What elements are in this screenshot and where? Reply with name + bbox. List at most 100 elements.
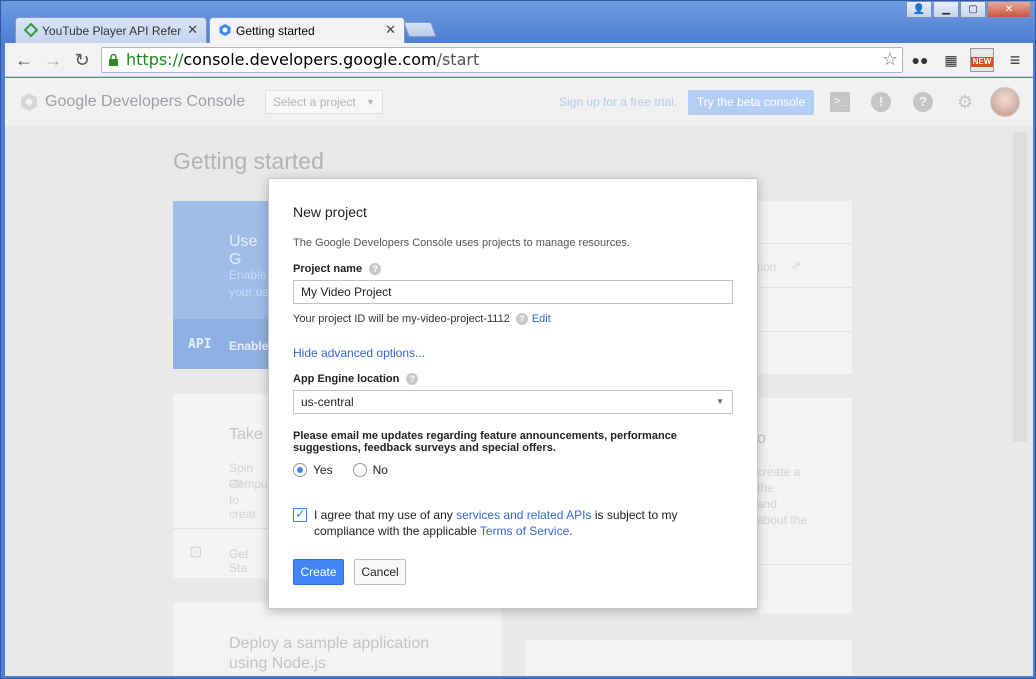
radio-yes[interactable] [293, 463, 307, 477]
help-icon[interactable]: ? [913, 92, 933, 112]
try-beta-button[interactable]: Try the beta console [688, 90, 814, 115]
radio-no-label[interactable]: No [373, 463, 388, 477]
card-title: o [757, 430, 766, 447]
cancel-button[interactable]: Cancel [354, 559, 406, 585]
close-tab-icon[interactable]: ✕ [187, 22, 198, 38]
close-tab-icon[interactable]: ✕ [385, 22, 396, 38]
console-brand[interactable]: Google Developers Console [19, 92, 245, 112]
divider [757, 243, 852, 244]
console-header: Google Developers Console Select a proje… [5, 78, 1033, 126]
terms-checkbox[interactable] [293, 506, 307, 522]
project-name-label: Project name ? [293, 263, 382, 275]
tab-title: YouTube Player API Referen [42, 23, 182, 38]
address-bar[interactable]: https://console.developers.google.com/st… [101, 47, 903, 73]
card-title: Use G [229, 233, 258, 268]
developers-console-logo [21, 93, 37, 111]
project-name-label-text: Project name [293, 263, 363, 275]
card-footer-text: Get Sta [229, 547, 249, 575]
project-id-info: Your project ID will be my-video-project… [293, 313, 551, 325]
services-apis-link[interactable]: services and related APIs [456, 508, 591, 522]
divider [757, 331, 852, 332]
developers-console-favicon [219, 24, 231, 36]
compute-card[interactable]: Take Spin up Compu to creat ⊡ Get Sta [173, 394, 269, 578]
card-text: the [757, 481, 774, 495]
brand-name: Google Developers Console [45, 93, 246, 110]
tab-getting-started[interactable]: Getting started ✕ [209, 17, 405, 43]
free-trial-link[interactable]: Sign up for a free trial. [559, 95, 677, 109]
bookmark-star-icon[interactable]: ☆ [882, 48, 898, 72]
app-engine-label: App Engine location ? [293, 373, 419, 385]
card-title: Take [229, 426, 263, 443]
page-scrollbar[interactable] [1013, 132, 1027, 442]
avatar[interactable] [990, 87, 1020, 117]
maximize-button[interactable]: ▢ [960, 1, 986, 18]
card-text: and [757, 497, 778, 511]
reload-icon[interactable]: ↻ [71, 49, 93, 71]
minimize-button[interactable]: ▁ [933, 1, 959, 18]
terms-text-prefix: I agree that my use of any [314, 508, 457, 522]
forward-icon[interactable]: → [42, 49, 64, 71]
deploy-card[interactable]: Deploy a sample application using Node.j… [173, 603, 501, 676]
help-icon[interactable]: ? [515, 313, 528, 325]
advanced-options-link[interactable]: Hide advanced options... [293, 346, 425, 360]
project-selector[interactable]: Select a project ▼ [265, 90, 383, 114]
edit-project-id-link[interactable]: Edit [532, 313, 551, 325]
developers-favicon [24, 23, 38, 37]
new-badge: NEW [971, 57, 993, 67]
card-subtitle: using Node.js [229, 655, 326, 672]
new-tab-button[interactable] [403, 22, 437, 37]
radio-no[interactable] [352, 463, 367, 477]
external-link-icon: ⇗ [791, 258, 802, 272]
feedback-icon[interactable]: ! [871, 92, 891, 112]
email-updates-prompt: Please email me updates regarding featur… [293, 430, 677, 454]
terms-agreement: I agree that my use of any services and … [293, 506, 713, 539]
browser-window: YouTube Player API Referen ✕ Getting sta… [0, 0, 1036, 679]
chevron-down-icon: ▼ [716, 397, 724, 406]
right-card-middle[interactable]: o create a the and about the [757, 398, 852, 613]
use-apis-card[interactable]: Use G Enable your us API Enable [173, 201, 269, 369]
user-icon[interactable]: 👤 [906, 1, 932, 18]
dialog-title: New project [293, 204, 367, 220]
tab-strip: YouTube Player API Referen ✕ Getting sta… [1, 1, 1036, 43]
help-icon[interactable]: ? [406, 373, 419, 385]
url-scheme: https:// [126, 50, 184, 69]
right-card-top[interactable]: tion ⇗ [757, 201, 852, 374]
card-text: your us [229, 285, 269, 299]
tab-youtube-api[interactable]: YouTube Player API Referen ✕ [15, 17, 207, 43]
new-extension-icon[interactable]: NEW [970, 48, 994, 72]
page-title: Getting started [173, 148, 324, 174]
glasses-extension-icon[interactable]: ●● [908, 48, 932, 72]
card-text: create a [757, 465, 801, 479]
close-window-button[interactable]: ✕ [987, 1, 1031, 18]
divider [173, 528, 269, 529]
page-content: Google Developers Console Select a proje… [5, 78, 1033, 676]
card-footer-text: Enable [229, 339, 269, 353]
card-text: Compu [229, 477, 268, 491]
window-controls: 👤 ▁ ▢ ✕ [905, 1, 1031, 18]
back-icon[interactable]: ← [13, 49, 35, 71]
terms-text-suffix: . [569, 524, 573, 538]
divider [757, 564, 852, 565]
help-icon[interactable]: ? [369, 263, 382, 275]
menu-icon[interactable]: ≡ [1003, 48, 1027, 72]
create-button[interactable]: Create [293, 559, 344, 585]
gear-icon[interactable]: ⚙ [955, 92, 975, 112]
browser-toolbar: ← → ↻ https://console.developers.google.… [5, 43, 1033, 77]
chevron-down-icon: ▼ [366, 97, 375, 107]
right-card-bottom[interactable] [525, 640, 852, 676]
app-engine-location-select[interactable]: us-central ▼ [293, 390, 733, 414]
divider [757, 287, 852, 288]
url-path: /start [436, 50, 480, 69]
terms-of-service-link[interactable]: Terms of Service [480, 524, 569, 538]
qr-code-extension-icon[interactable]: ▦ [939, 48, 963, 72]
project-name-input[interactable]: My Video Project [293, 280, 733, 304]
lock-icon [109, 54, 118, 66]
chip-icon: ⊡ [189, 544, 203, 561]
cloud-shell-icon[interactable]: >_ [830, 92, 850, 112]
app-engine-location-value: us-central [301, 395, 354, 409]
project-id-text: Your project ID will be my-video-project… [293, 313, 510, 325]
radio-yes-label[interactable]: Yes [313, 463, 333, 477]
project-selector-label: Select a project [273, 95, 356, 109]
terms-text: I agree that my use of any services and … [314, 507, 713, 539]
card-text: to creat [229, 493, 256, 521]
